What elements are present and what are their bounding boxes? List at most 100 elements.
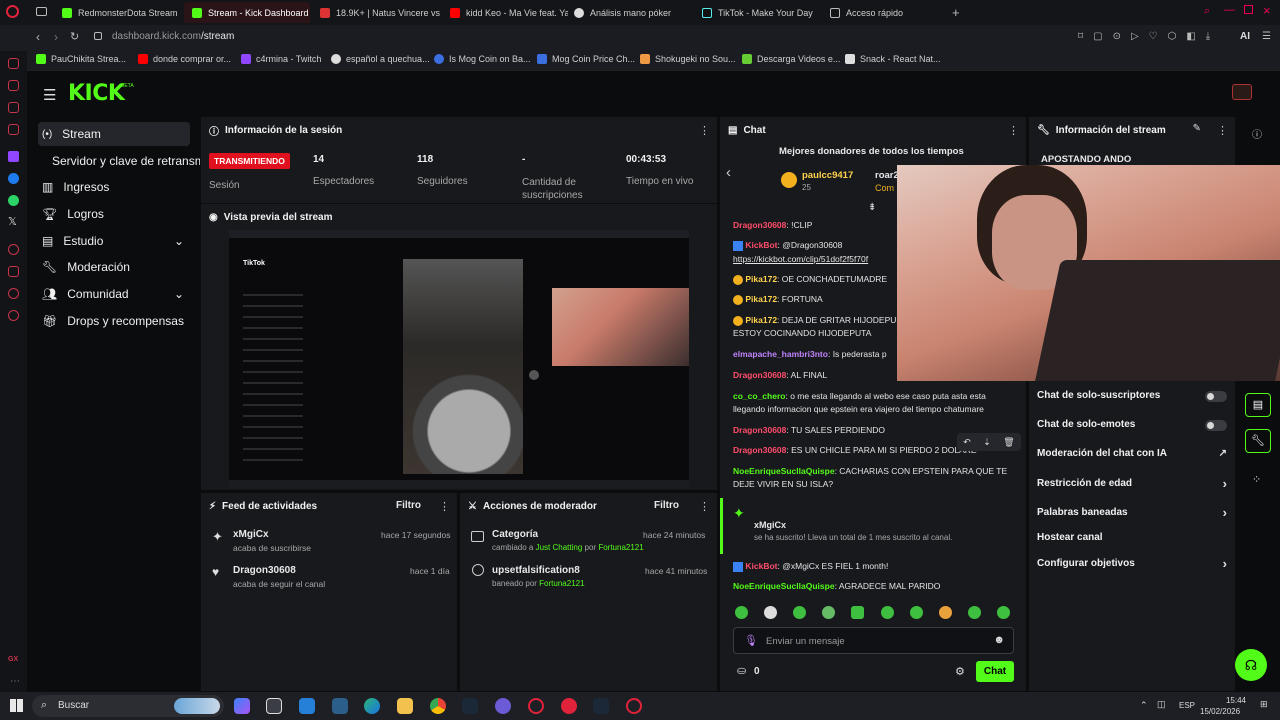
sidebar-item-community[interactable]: 👥︎ Comunidad ⌄ xyxy=(38,282,190,306)
stream-preview-video[interactable]: TikTok xyxy=(229,230,689,488)
bookmark-item[interactable]: Is Mog Coin on Ba... xyxy=(434,54,531,64)
emote-icon[interactable] xyxy=(735,606,748,619)
sub-user[interactable]: xMgiCx xyxy=(754,520,786,530)
emote-icon[interactable] xyxy=(851,606,864,619)
menu-icon[interactable]: ☰ xyxy=(1262,31,1271,42)
edge-icon[interactable] xyxy=(364,698,380,714)
clock-time[interactable]: 15:44 xyxy=(1212,696,1246,705)
tab-kidd-keo[interactable]: kidd Keo - Ma Vie feat. Ya xyxy=(442,2,568,23)
bookmark-item[interactable]: PauChikita Strea... xyxy=(36,54,126,64)
host-channel-setting[interactable]: Hostear canal xyxy=(1037,532,1227,543)
bookmark-item[interactable]: español a quechua... xyxy=(331,54,430,64)
settings-icon[interactable] xyxy=(8,310,19,321)
steam-icon[interactable] xyxy=(462,698,478,714)
obs-icon[interactable] xyxy=(626,698,642,714)
tab-kick-dashboard[interactable]: Stream - Kick Dashboard× xyxy=(184,2,310,23)
chrome-icon[interactable] xyxy=(430,698,446,714)
opera-gx-icon-2[interactable] xyxy=(561,698,577,714)
info-icon[interactable]: ⓘ xyxy=(1252,126,1262,141)
clock-date[interactable]: 15/02/2026 xyxy=(1200,707,1240,716)
instagram-icon[interactable] xyxy=(8,124,19,135)
taskbar-search[interactable]: ⌕ Buscar xyxy=(32,695,224,717)
player-icon[interactable] xyxy=(8,102,19,113)
emote-icon[interactable] xyxy=(764,606,777,619)
forward-icon[interactable]: › xyxy=(54,30,58,44)
tray-network-icon[interactable]: ◫ xyxy=(1157,699,1166,710)
minimize-icon[interactable]: — xyxy=(1224,4,1235,16)
external-link-icon[interactable]: ↗ xyxy=(1219,448,1227,459)
sidebar-item-moderation[interactable]: 🔧︎ Moderación xyxy=(38,255,190,279)
emoji-icon[interactable]: ☻ xyxy=(993,634,1005,646)
emote-icon[interactable] xyxy=(910,606,923,619)
notification-icon[interactable]: ⊞ xyxy=(1260,699,1268,710)
rail-wrench-icon[interactable]: 🔧︎ xyxy=(1245,429,1271,453)
subs-only-toggle[interactable] xyxy=(1205,391,1227,402)
kick-logo[interactable]: KICK xyxy=(68,81,125,106)
sidebar-item-drops[interactable]: 🎁︎ Drops y recompensas xyxy=(38,309,190,333)
discord-icon[interactable] xyxy=(495,698,511,714)
steam-icon-2[interactable] xyxy=(593,698,609,714)
maximize-icon[interactable] xyxy=(1244,5,1253,14)
store-icon[interactable] xyxy=(266,698,282,714)
chat-settings-icon[interactable]: ⚙ xyxy=(955,665,965,678)
mod-filter-button[interactable]: Filtro xyxy=(654,500,679,511)
more-icon[interactable]: ⋯ xyxy=(10,676,20,687)
new-tab-icon[interactable]: + xyxy=(952,5,960,20)
reply-icon[interactable]: ↶ xyxy=(963,437,971,448)
sidebar-item-stream[interactable]: (•) Stream xyxy=(38,122,190,146)
twitch-icon[interactable] xyxy=(8,151,19,162)
more-options-icon[interactable]: ⋮ xyxy=(1217,124,1228,137)
history-icon[interactable] xyxy=(8,244,19,255)
opera-gx-icon[interactable] xyxy=(528,698,544,714)
rail-more-icon[interactable]: ⁘ xyxy=(1252,473,1261,486)
sidebar-item-income[interactable]: ▥ Ingresos xyxy=(38,175,190,199)
bookmark-item[interactable]: Shokugeki no Sou... xyxy=(640,54,736,64)
sidebar-item-achievements[interactable]: 🏆︎ Logros xyxy=(38,202,190,226)
tab-navi[interactable]: 18.9K+ | Natus Vincere vs xyxy=(312,2,440,23)
gx-icon[interactable]: GX xyxy=(8,656,18,663)
edit-icon[interactable]: ✎ xyxy=(1193,123,1201,134)
activity-user[interactable]: xMgiCx xyxy=(233,529,269,540)
emote-icon[interactable] xyxy=(968,606,981,619)
emote-icon[interactable] xyxy=(881,606,894,619)
copilot-icon[interactable] xyxy=(234,698,250,714)
emote-icon[interactable] xyxy=(997,606,1010,619)
bookmark-item[interactable]: Descarga Videos e... xyxy=(742,54,840,64)
back-icon[interactable]: ‹ xyxy=(36,30,40,44)
tab-speed-dial[interactable]: Acceso rápido xyxy=(822,2,942,23)
whatsapp-icon[interactable] xyxy=(8,195,19,206)
emotes-only-toggle[interactable] xyxy=(1205,420,1227,431)
donor-name[interactable]: roar2 xyxy=(875,170,899,181)
hamburger-menu-icon[interactable]: ☰ xyxy=(43,86,56,104)
tab-poker[interactable]: Análisis mano póker xyxy=(566,2,692,23)
goals-setting[interactable]: Configurar objetivos › xyxy=(1037,556,1227,571)
close-window-icon[interactable]: × xyxy=(1263,3,1271,18)
ai-moderation-setting[interactable]: Moderación del chat con IA ↗ xyxy=(1037,448,1227,459)
reload-icon[interactable]: ↻ xyxy=(70,30,79,43)
avatar[interactable] xyxy=(1232,84,1252,100)
bookmark-item[interactable]: Snack - React Nat... xyxy=(845,54,941,64)
support-chat-icon[interactable]: ☊ xyxy=(1235,649,1267,681)
more-options-icon[interactable]: ⋮ xyxy=(439,500,450,513)
aria-icon[interactable] xyxy=(8,58,19,69)
delete-icon[interactable]: 🗑︎ xyxy=(1003,437,1014,448)
collapse-icon[interactable]: ⇟ xyxy=(868,202,876,213)
extensions-icon[interactable] xyxy=(8,288,19,299)
tab-redmonster[interactable]: RedmonsterDota Stream xyxy=(54,2,182,23)
more-options-icon[interactable]: ⋮ xyxy=(699,124,710,137)
workspaces-icon[interactable] xyxy=(36,7,47,16)
emote-icon[interactable] xyxy=(822,606,835,619)
activity-user[interactable]: Dragon30608 xyxy=(233,565,296,576)
tab-tiktok[interactable]: TikTok - Make Your Day xyxy=(694,2,820,23)
sidebar-item-studio[interactable]: ▤ Estudio ⌄ xyxy=(38,229,190,253)
emote-icon[interactable] xyxy=(939,606,952,619)
vscode-icon[interactable] xyxy=(299,698,315,714)
app-icon[interactable] xyxy=(332,698,348,714)
aria-ai-button[interactable]: AI xyxy=(1240,31,1250,42)
flow-icon[interactable] xyxy=(8,80,19,91)
downloads-icon[interactable] xyxy=(8,266,19,277)
bookmark-item[interactable]: Mog Coin Price Ch... xyxy=(537,54,635,64)
more-options-icon[interactable]: ⋮ xyxy=(699,500,710,513)
toolbar-extension-icons[interactable]: ⌑▢⊙▷♡⬡◧⤓ xyxy=(1078,31,1220,42)
age-restriction-setting[interactable]: Restricción de edad › xyxy=(1037,476,1227,491)
